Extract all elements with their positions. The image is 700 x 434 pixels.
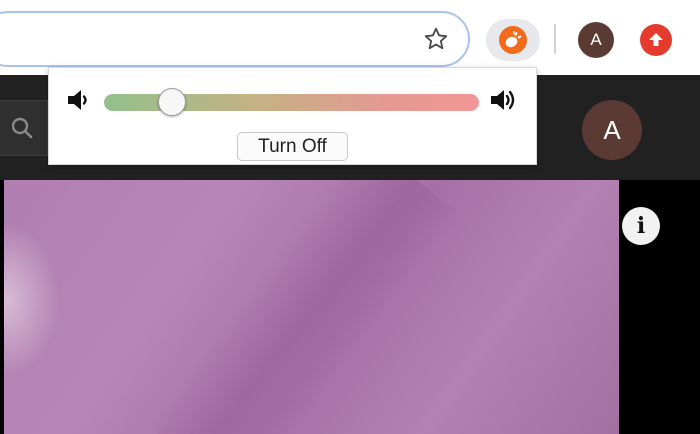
browser-toolbar: A — [0, 0, 700, 75]
address-bar[interactable] — [0, 11, 470, 67]
info-button[interactable]: i — [622, 207, 660, 245]
search-icon — [11, 117, 32, 139]
turn-off-button[interactable]: Turn Off — [237, 132, 348, 161]
orange-hand-icon — [505, 31, 522, 48]
browser-window: A A i Turn Off — [0, 0, 700, 434]
site-search-button[interactable] — [0, 100, 48, 156]
speaker-high-icon — [491, 90, 515, 110]
site-avatar-initial: A — [603, 114, 621, 145]
volume-popup: Turn Off — [48, 67, 537, 165]
upload-arrow-icon — [649, 33, 663, 46]
profile-avatar[interactable]: A — [578, 22, 614, 58]
profile-initial: A — [590, 30, 602, 49]
info-icon: i — [636, 213, 646, 239]
extension-button[interactable] — [486, 19, 540, 61]
volume-slider-thumb[interactable] — [157, 88, 186, 116]
video-frame — [4, 180, 619, 434]
extension-badge — [499, 26, 527, 54]
bookmark-button[interactable] — [421, 24, 451, 54]
star-outline-icon — [424, 27, 448, 50]
upload-extension-button[interactable] — [640, 24, 672, 56]
toolbar-divider — [554, 24, 556, 54]
site-account-avatar[interactable]: A — [582, 100, 642, 160]
video-player[interactable]: i — [0, 180, 700, 434]
speaker-low-icon — [68, 90, 87, 110]
